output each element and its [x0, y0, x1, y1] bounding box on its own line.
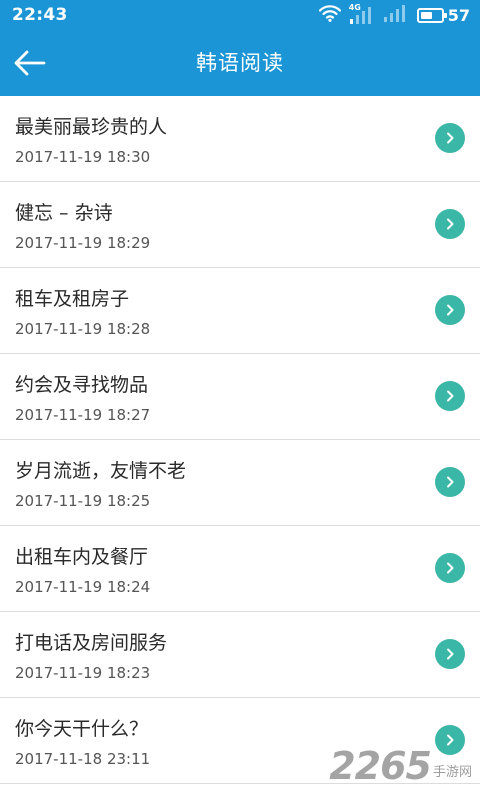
battery-indicator: 57: [416, 5, 470, 25]
signal-4g-icon: 4G: [348, 3, 375, 24]
list-item[interactable]: 最美丽最珍贵的人 2017-11-19 18:30: [0, 96, 480, 182]
article-date: 2017-11-18 23:11: [15, 750, 151, 768]
article-title: 健忘 – 杂诗: [15, 202, 113, 224]
list-item[interactable]: 岁月流逝，友情不老 2017-11-19 18:25: [0, 440, 480, 526]
article-title: 岁月流逝，友情不老: [15, 460, 187, 482]
status-bar: 22:43 4G 57: [0, 0, 480, 30]
article-date: 2017-11-19 18:27: [15, 406, 151, 424]
signal-tag: 4G: [348, 3, 361, 12]
article-date: 2017-11-19 18:23: [15, 664, 151, 682]
app-bar: 韩语阅读: [0, 30, 480, 96]
article-title: 打电话及房间服务: [15, 632, 168, 654]
list-item[interactable]: 你今天干什么？ 2017-11-18 23:11: [0, 698, 480, 784]
article-title: 约会及寻找物品: [15, 374, 149, 396]
article-date: 2017-11-19 18:28: [15, 320, 151, 338]
chevron-right-icon[interactable]: [435, 123, 465, 153]
chevron-right-icon[interactable]: [435, 381, 465, 411]
article-date: 2017-11-19 18:24: [15, 578, 151, 596]
list-item[interactable]: 健忘 – 杂诗 2017-11-19 18:29: [0, 182, 480, 268]
chevron-right-icon[interactable]: [435, 553, 465, 583]
app-screen: 22:43 4G 57 韩语阅读 最美丽最珍贵的人 2017-11-19 18:…: [0, 0, 480, 800]
list-item[interactable]: 出租车内及餐厅 2017-11-19 18:24: [0, 526, 480, 612]
list-item[interactable]: 约会及寻找物品 2017-11-19 18:27: [0, 354, 480, 440]
article-date: 2017-11-19 18:30: [15, 148, 151, 166]
article-date: 2017-11-19 18:25: [15, 492, 151, 510]
signal-icon: [383, 4, 409, 26]
chevron-right-icon[interactable]: [435, 295, 465, 325]
chevron-right-icon[interactable]: [435, 639, 465, 669]
wifi-icon: [318, 4, 341, 26]
status-time: 22:43: [12, 5, 68, 25]
chevron-right-icon[interactable]: [435, 209, 465, 239]
status-icons: 4G 57: [318, 0, 470, 30]
battery-icon: [416, 7, 447, 23]
article-list: 最美丽最珍贵的人 2017-11-19 18:30 健忘 – 杂诗 2017-1…: [0, 96, 480, 800]
chevron-right-icon[interactable]: [435, 725, 465, 755]
list-item[interactable]: 打电话及房间服务 2017-11-19 18:23: [0, 612, 480, 698]
battery-level: 57: [447, 5, 470, 25]
page-title: 韩语阅读: [196, 51, 284, 75]
list-item[interactable]: 租车及租房子 2017-11-19 18:28: [0, 268, 480, 354]
article-date: 2017-11-19 18:29: [15, 234, 151, 252]
article-title: 租车及租房子: [15, 288, 130, 310]
battery-fill: [420, 11, 432, 19]
article-title: 出租车内及餐厅: [15, 546, 149, 568]
chevron-right-icon[interactable]: [435, 467, 465, 497]
article-title: 最美丽最珍贵的人: [15, 116, 168, 138]
article-title: 你今天干什么？: [15, 718, 149, 740]
